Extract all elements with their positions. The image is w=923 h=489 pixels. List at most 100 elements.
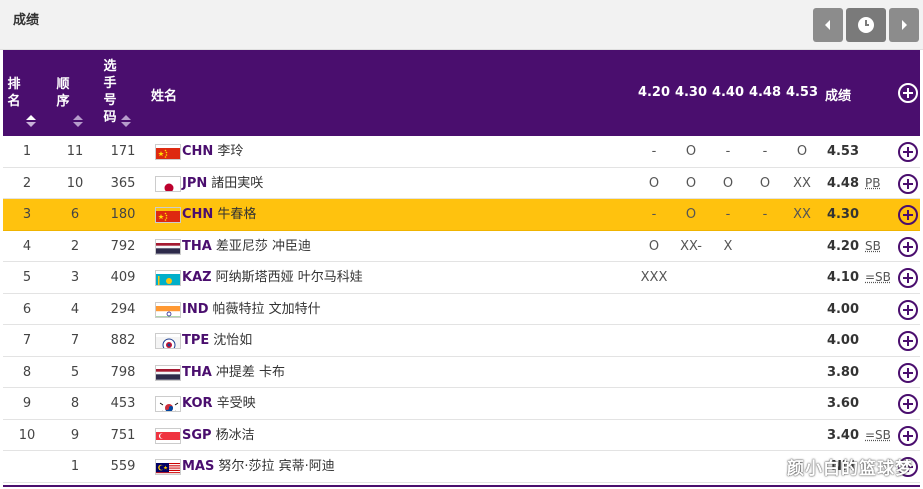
expand-row-icon[interactable] — [898, 425, 918, 446]
table-row[interactable]: 9 8 453 KOR 辛受映 3.60 — [3, 388, 920, 420]
attempt-cell — [710, 388, 746, 419]
rank-cell: 7 — [22, 333, 32, 348]
prev-button[interactable] — [813, 8, 843, 42]
athlete-name-cell[interactable]: THA 冲提差 卡布 — [182, 357, 285, 388]
order-cell: 4 — [70, 301, 80, 317]
noc-code: KOR — [182, 396, 213, 411]
expand-row-icon[interactable] — [898, 394, 918, 414]
athlete-name: 辛受映 — [216, 396, 256, 411]
results-table-body: 1 11 171 CHN 李玲 - O - - O 4.53 2 10 365 JPN 諸田実咲 O O O O XX 4… — [3, 136, 920, 483]
bib-cell: 171 — [110, 144, 136, 159]
athlete-name: 杨冰洁 — [215, 427, 255, 443]
attempt-cell — [710, 420, 746, 451]
athlete-name-cell[interactable]: CHN 牛春格 — [182, 199, 256, 230]
table-row[interactable]: 6 4 294 IND 帕薇特拉 文加特什 4.00 — [3, 293, 920, 325]
col-bib-header[interactable]: 选手号码 — [103, 58, 119, 126]
athlete-name-cell[interactable]: IND 帕薇特拉 文加特什 — [182, 294, 321, 325]
athlete-name-cell[interactable]: THA 差亚尼莎 冲臣迪 — [182, 231, 311, 262]
next-button[interactable] — [889, 8, 919, 42]
attempt-cell — [636, 388, 672, 419]
chevron-right-icon — [902, 20, 907, 30]
expand-row-icon[interactable] — [898, 299, 918, 320]
athlete-name-cell[interactable]: JPN 諸田実咲 — [182, 168, 263, 199]
result-cell: 3.80 — [826, 364, 860, 380]
expand-row-icon[interactable] — [898, 205, 918, 225]
noc-code: THA — [182, 364, 212, 380]
clock-button[interactable] — [846, 8, 886, 42]
attempt-cell — [784, 420, 820, 451]
attempt-cell: O — [796, 144, 808, 159]
chn-flag-icon — [155, 207, 181, 223]
attempt-cell — [784, 325, 820, 356]
rank-cell: 2 — [22, 175, 32, 191]
bib-cell: 882 — [110, 333, 136, 348]
attempt-cell — [747, 231, 783, 262]
sgp-flag-icon — [155, 427, 181, 444]
mas-flag-icon — [155, 459, 181, 475]
athlete-name: 李玲 — [217, 144, 244, 159]
table-bottom-border — [3, 485, 920, 487]
col-rank-header[interactable]: 排名 — [7, 76, 23, 110]
athlete-name-cell[interactable]: TPE 沈怡如 — [182, 325, 252, 356]
athlete-name: 牛春格 — [217, 207, 257, 222]
jpn-flag-icon — [155, 175, 181, 192]
table-row[interactable]: 7 7 882 TPE 沈怡如 4.00 — [3, 325, 920, 357]
bib-cell: 294 — [110, 301, 136, 317]
result-cell: 4.00 — [826, 301, 860, 317]
table-row[interactable]: 2 10 365 JPN 諸田実咲 O O O O XX 4.48 PB — [3, 167, 920, 199]
attempt-cell: XX — [793, 207, 811, 222]
expand-row-icon[interactable] — [898, 236, 918, 257]
bib-cell: 365 — [110, 175, 136, 191]
attempt-cell: - — [651, 207, 657, 222]
expand-row-icon[interactable] — [898, 331, 918, 351]
sort-bib-icon[interactable] — [121, 115, 131, 129]
attempt-cell: - — [725, 144, 731, 159]
table-row[interactable]: 10 9 751 SGP 杨冰洁 3.40 =SB — [3, 419, 920, 451]
tha-flag-icon — [155, 364, 181, 381]
col-rank-label: 排名 — [7, 77, 21, 109]
table-row[interactable]: 1 11 171 CHN 李玲 - O - - O 4.53 — [3, 136, 920, 168]
attempt-cell: O — [685, 175, 697, 191]
noc-code: THA — [182, 238, 212, 254]
bib-cell: 409 — [110, 270, 136, 285]
table-row[interactable]: 5 3 409 KAZ 阿纳斯塔西娅 叶尔马科娃 XXX 4.10 =SB — [3, 262, 920, 294]
table-row[interactable]: 8 5 798 THA 冲提差 卡布 3.80 — [3, 356, 920, 388]
height-header-5: 4.53 — [785, 85, 819, 100]
sort-order-icon[interactable] — [73, 115, 83, 129]
athlete-name-cell[interactable]: KOR 辛受映 — [182, 388, 256, 419]
attempt-cell: - — [762, 144, 768, 159]
athlete-name: 諸田実咲 — [211, 175, 264, 191]
athlete-name-cell[interactable]: MAS 努尔·莎拉 宾蒂·阿迪 — [182, 451, 335, 482]
bib-cell: 798 — [110, 364, 136, 380]
rank-cell: 10 — [18, 427, 36, 443]
attempt-cell — [747, 325, 783, 356]
expand-row-icon[interactable] — [898, 173, 918, 194]
attempt-cell — [673, 420, 709, 451]
athlete-name: 差亚尼莎 冲臣迪 — [215, 238, 311, 254]
attempt-cell: O — [722, 175, 734, 191]
height-header-4: 4.48 — [748, 85, 782, 100]
table-row[interactable]: 3 6 180 CHN 牛春格 - O - - XX 4.30 — [3, 199, 920, 231]
table-row[interactable]: 4 2 792 THA 差亚尼莎 冲臣迪 O XX- X 4.20 SB — [3, 230, 920, 262]
athlete-name-cell[interactable]: KAZ 阿纳斯塔西娅 叶尔马科娃 — [182, 262, 363, 293]
athlete-name-cell[interactable]: SGP 杨冰洁 — [182, 420, 255, 451]
col-name-header: 姓名 — [151, 89, 178, 104]
attempt-cell: O — [759, 175, 771, 191]
expand-row-icon[interactable] — [898, 142, 918, 162]
table-header: 排名 顺序 选手号码 姓名 4.20 4.30 4.40 4.48 4.53 成… — [3, 50, 920, 136]
record-badge — [865, 388, 891, 419]
expand-all-icon[interactable] — [898, 83, 918, 103]
record-badge: PB — [865, 175, 881, 190]
rank-cell: 3 — [22, 207, 32, 222]
col-order-header[interactable]: 顺序 — [56, 76, 72, 110]
table-row[interactable]: 1 559 MAS 努尔·莎拉 宾蒂·阿迪 NM — [3, 451, 920, 483]
watermark: 颜小白的篮球梦 — [787, 459, 913, 479]
expand-row-icon[interactable] — [898, 268, 918, 288]
expand-row-icon[interactable] — [898, 362, 918, 383]
athlete-name-cell[interactable]: CHN 李玲 — [182, 136, 243, 167]
noc-code: CHN — [182, 144, 214, 159]
attempt-cell — [747, 388, 783, 419]
athlete-name: 沈怡如 — [213, 333, 253, 348]
sort-rank-icon[interactable] — [26, 115, 36, 129]
noc-code: MAS — [182, 459, 215, 474]
